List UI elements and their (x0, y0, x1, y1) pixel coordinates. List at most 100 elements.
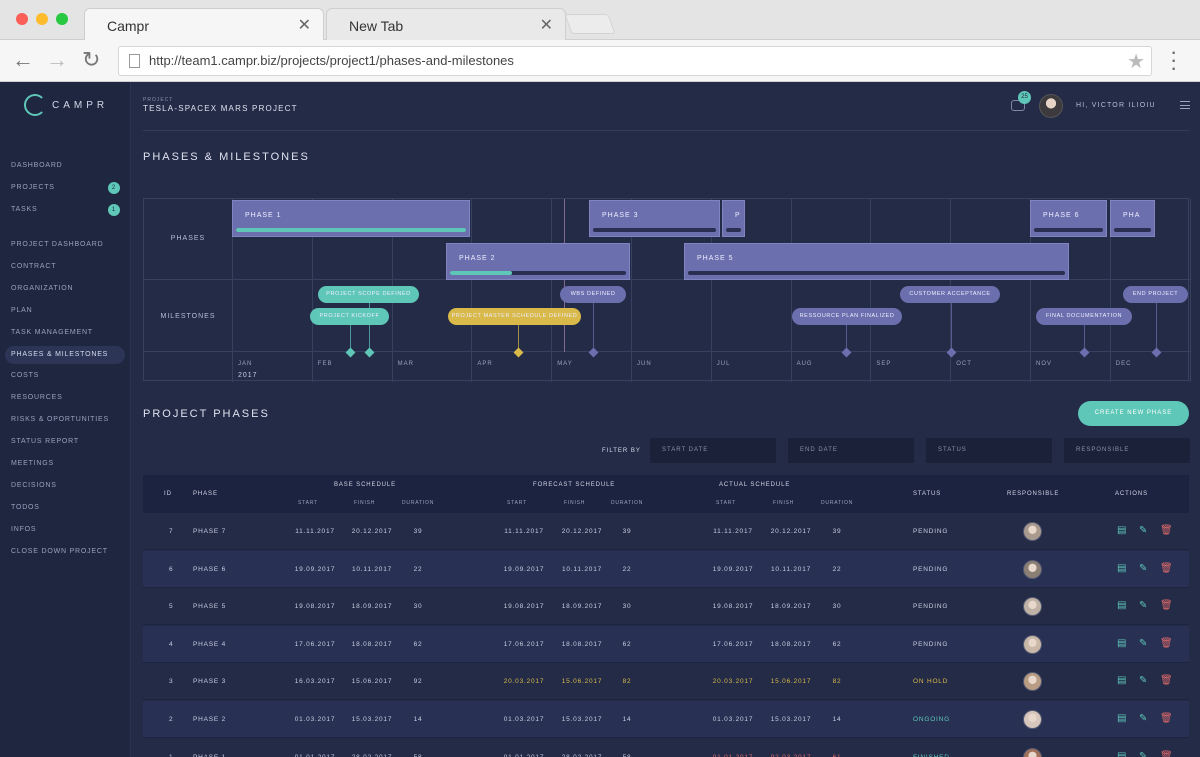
sidebar-item-close-down-project[interactable]: CLOSE DOWN PROJECT (5, 543, 125, 561)
milestone-label[interactable]: RESSOURCE PLAN FINALIZED (792, 308, 902, 325)
user-avatar[interactable] (1039, 94, 1063, 118)
responsible-avatar[interactable] (1023, 522, 1042, 541)
filter-responsible[interactable]: RESPONSIBLE (1064, 438, 1190, 463)
forward-arrow-icon[interactable]: → (46, 47, 68, 73)
sidebar-item-infos[interactable]: INFOS (5, 521, 125, 539)
browser-tab-new[interactable]: New Tab ✕ (326, 8, 566, 40)
sidebar-item-status-report[interactable]: STATUS REPORT (5, 433, 125, 451)
table-row[interactable]: 7 PHASE 7 11.11.2017 20.12.2017 39 11.11.2017… (143, 513, 1189, 550)
col-base-finish[interactable]: FINISH (354, 500, 375, 506)
delete-trash-icon[interactable]: 🗑 (1160, 600, 1173, 611)
responsible-avatar[interactable] (1023, 634, 1042, 654)
col-forecast-duration[interactable]: DURATION (611, 500, 643, 506)
sidebar-item-phases-milestones[interactable]: PHASES & MILESTONES (5, 345, 125, 364)
col-base-start[interactable]: START (298, 500, 318, 506)
notes-icon[interactable]: ▤ (1117, 675, 1126, 686)
filter-status[interactable]: STATUS (926, 438, 1052, 463)
close-tab-icon[interactable]: ✕ (298, 15, 311, 35)
url-input[interactable]: http://team1.campr.biz/projects/project1… (118, 46, 1152, 76)
table-row[interactable]: 2 PHASE 2 01.03.2017 15.03.2017 14 01.03.2017… (143, 701, 1189, 738)
back-arrow-icon[interactable]: ← (12, 47, 34, 73)
table-row[interactable]: 3 PHASE 3 16.03.2017 15.06.2017 92 20.03.2017… (143, 663, 1189, 701)
delete-trash-icon[interactable]: 🗑 (1160, 638, 1173, 649)
responsible-avatar[interactable] (1023, 672, 1042, 692)
milestone-label[interactable]: PROJECT MASTER SCHEDULE DEFINED (448, 308, 581, 325)
close-window-button[interactable] (16, 13, 28, 25)
table-row[interactable]: 1 PHASE 1 01.01.2017 28.02.2017 58 01.01.2017… (143, 739, 1189, 757)
responsible-avatar[interactable] (1023, 747, 1042, 757)
responsible-avatar[interactable] (1023, 597, 1042, 617)
edit-pencil-icon[interactable]: ✎ (1139, 525, 1147, 536)
edit-pencil-icon[interactable]: ✎ (1139, 713, 1147, 724)
col-forecast-start[interactable]: START (507, 500, 527, 506)
edit-pencil-icon[interactable]: ✎ (1139, 600, 1147, 611)
create-new-phase-button[interactable]: CREATE NEW PHASE (1078, 401, 1189, 426)
col-responsible[interactable]: RESPONSIBLE (1007, 491, 1059, 497)
notes-icon[interactable]: ▤ (1117, 525, 1126, 536)
milestone-label[interactable]: PROJECT KICKOFF (310, 308, 389, 325)
browser-tab-campr[interactable]: Campr ✕ (84, 8, 324, 40)
milestone-label[interactable]: CUSTOMER ACCEPTANCE (900, 286, 1000, 303)
table-row[interactable]: 6 PHASE 6 19.09.2017 10.11.2017 22 19.09.2017… (143, 550, 1189, 588)
milestone-diamond-icon[interactable] (1151, 347, 1162, 358)
sidebar-item-contract[interactable]: CONTRACT (5, 258, 125, 276)
col-phase[interactable]: PHASE (193, 491, 218, 497)
milestone-diamond-icon[interactable] (1079, 347, 1090, 358)
edit-pencil-icon[interactable]: ✎ (1139, 675, 1147, 686)
filter-end-date[interactable]: END DATE (788, 438, 914, 463)
milestone-label[interactable]: PROJECT SCOPE DEFINED (318, 286, 419, 303)
notes-icon[interactable]: ▤ (1117, 751, 1126, 757)
milestone-diamond-icon[interactable] (513, 347, 524, 358)
minimize-window-button[interactable] (36, 13, 48, 25)
delete-trash-icon[interactable]: 🗑 (1160, 751, 1173, 757)
sidebar-item-costs[interactable]: COSTS (5, 367, 125, 385)
bookmark-star-icon[interactable]: ★ (1127, 49, 1145, 74)
milestone-diamond-icon[interactable] (841, 347, 852, 358)
sidebar-item-resources[interactable]: RESOURCES (5, 389, 125, 407)
delete-trash-icon[interactable]: 🗑 (1160, 675, 1173, 686)
sidebar-item-todos[interactable]: TODOS (5, 499, 125, 517)
filter-start-date[interactable]: START DATE (650, 438, 776, 463)
milestone-diamond-icon[interactable] (946, 347, 957, 358)
col-id[interactable]: ID (164, 491, 172, 497)
milestone-diamond-icon[interactable] (588, 347, 599, 358)
sidebar-item-project-dashboard[interactable]: PROJECT DASHBOARD (5, 236, 125, 254)
delete-trash-icon[interactable]: 🗑 (1160, 713, 1173, 724)
delete-trash-icon[interactable]: 🗑 (1160, 525, 1173, 536)
notes-icon[interactable]: ▤ (1117, 638, 1126, 649)
milestone-label[interactable]: END PROJECT (1123, 286, 1188, 303)
sidebar-item-task-management[interactable]: TASK MANAGEMENT (5, 324, 125, 342)
gantt-phase-bar[interactable]: PHASE 5 (684, 243, 1069, 280)
edit-pencil-icon[interactable]: ✎ (1139, 638, 1147, 649)
table-row[interactable]: 4 PHASE 4 17.06.2017 18.08.2017 62 17.06.2017… (143, 625, 1189, 663)
gantt-phase-bar[interactable]: PHASE 6 (1030, 200, 1107, 237)
delete-trash-icon[interactable]: 🗑 (1160, 563, 1173, 574)
edit-pencil-icon[interactable]: ✎ (1139, 563, 1147, 574)
sidebar-item-organization[interactable]: ORGANIZATION (5, 280, 125, 298)
col-status[interactable]: STATUS (913, 491, 941, 497)
maximize-window-button[interactable] (56, 13, 68, 25)
sidebar-item-tasks[interactable]: TASKS 1 (5, 201, 125, 219)
col-forecast-finish[interactable]: FINISH (564, 500, 585, 506)
responsible-avatar[interactable] (1023, 559, 1042, 579)
gantt-phase-bar[interactable]: PHASE 3 (589, 200, 720, 237)
col-base-duration[interactable]: DURATION (402, 500, 434, 506)
notes-icon[interactable]: ▤ (1117, 563, 1126, 574)
new-tab-button[interactable] (564, 14, 616, 34)
milestone-diamond-icon[interactable] (364, 347, 375, 358)
col-actual-duration[interactable]: DURATION (821, 500, 853, 506)
notes-icon[interactable]: ▤ (1117, 713, 1126, 724)
user-greeting[interactable]: HI, VICTOR ILIOIU (1076, 102, 1156, 109)
reload-icon[interactable]: ↻ (82, 47, 100, 73)
hamburger-menu-icon[interactable] (1180, 101, 1190, 112)
sidebar-item-decisions[interactable]: DECISIONS (5, 477, 125, 495)
col-actual-finish[interactable]: FINISH (773, 500, 794, 506)
edit-pencil-icon[interactable]: ✎ (1139, 751, 1147, 757)
project-name[interactable]: TESLA-SPACEX MARS PROJECT (143, 104, 298, 113)
milestone-diamond-icon[interactable] (345, 347, 356, 358)
milestone-label[interactable]: FINAL DOCUMENTATION (1036, 308, 1132, 325)
browser-menu-icon[interactable]: · · · (1170, 41, 1177, 79)
responsible-avatar[interactable] (1023, 710, 1042, 729)
col-actual-start[interactable]: START (716, 500, 736, 506)
gantt-phase-bar[interactable]: PHASE 2 (446, 243, 630, 280)
